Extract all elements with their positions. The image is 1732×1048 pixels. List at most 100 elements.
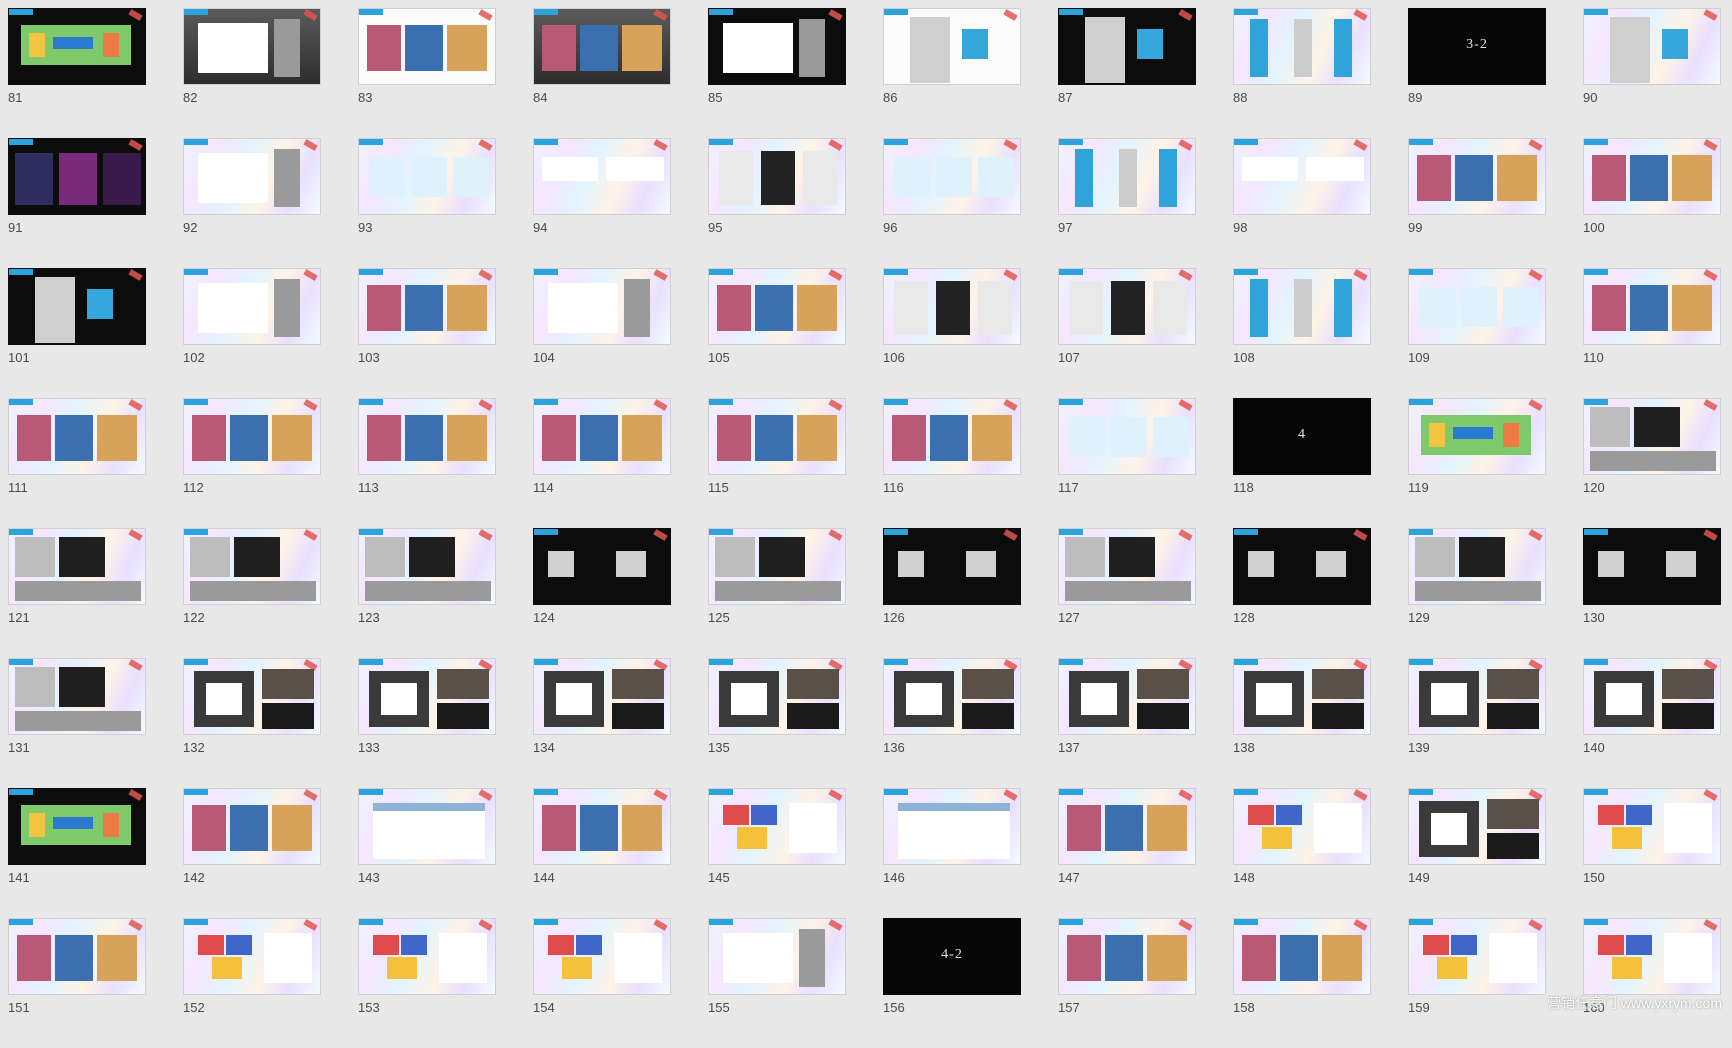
slide-thumbnail[interactable]: 130 [1583,528,1721,658]
slide-thumbnail[interactable]: 96 [883,138,1021,268]
slide-thumbnail[interactable]: 149 [1408,788,1546,918]
slide-thumbnail[interactable]: 113 [358,398,496,528]
slide-thumbnail[interactable]: 137 [1058,658,1196,788]
slide-preview [883,268,1021,345]
slide-thumbnail[interactable]: 150 [1583,788,1721,918]
slide-thumbnail[interactable]: 128 [1233,528,1371,658]
slide-thumbnail[interactable]: 143 [358,788,496,918]
slide-thumbnail[interactable]: 138 [1233,658,1371,788]
slide-thumbnail[interactable]: 87 [1058,8,1196,138]
slide-thumbnail[interactable]: 120 [1583,398,1721,528]
slide-thumbnail[interactable]: 84 [533,8,671,138]
slide-thumbnail[interactable]: 142 [183,788,321,918]
slide-thumbnail[interactable]: 145 [708,788,846,918]
slide-thumbnail[interactable]: 117 [1058,398,1196,528]
slide-number: 152 [183,1000,205,1015]
slide-thumbnail[interactable]: 108 [1233,268,1371,398]
slide-thumbnail[interactable]: 4 118 [1233,398,1371,528]
slide-thumbnail[interactable]: 111 [8,398,146,528]
thumbnail-content-block [715,537,755,577]
slide-number: 138 [1233,740,1255,755]
slide-thumbnail[interactable]: 105 [708,268,846,398]
slide-thumbnail[interactable]: 148 [1233,788,1371,918]
slide-thumbnail[interactable]: 160 [1583,918,1721,1048]
slide-thumbnail[interactable]: 85 [708,8,846,138]
slide-thumbnail[interactable]: 93 [358,138,496,268]
slide-thumbnail[interactable]: 91 [8,138,146,268]
slide-thumbnail[interactable]: 90 [1583,8,1721,138]
thumbnail-content-block [369,157,405,197]
slide-thumbnail[interactable]: 126 [883,528,1021,658]
slide-thumbnail[interactable]: 82 [183,8,321,138]
slide-thumbnail[interactable]: 139 [1408,658,1546,788]
slide-number: 98 [1233,220,1248,235]
slide-thumbnail[interactable]: 129 [1408,528,1546,658]
slide-thumbnail[interactable]: 124 [533,528,671,658]
slide-thumbnail[interactable]: 109 [1408,268,1546,398]
slide-thumbnail[interactable]: 83 [358,8,496,138]
slide-thumbnail[interactable]: 154 [533,918,671,1048]
logo-badge [184,269,208,275]
slide-preview [1583,918,1721,995]
slide-thumbnail[interactable]: 157 [1058,918,1196,1048]
slide-thumbnail[interactable]: 153 [358,918,496,1048]
slide-thumbnail[interactable]: 146 [883,788,1021,918]
slide-thumbnail[interactable]: 95 [708,138,846,268]
slide-thumbnail[interactable]: 101 [8,268,146,398]
logo-badge [359,139,383,145]
slide-thumbnail[interactable]: 151 [8,918,146,1048]
logo-badge [1059,529,1083,535]
slide-thumbnail[interactable]: 3-2 89 [1408,8,1546,138]
slide-thumbnail[interactable]: 141 [8,788,146,918]
slide-thumbnail[interactable]: 155 [708,918,846,1048]
slide-thumbnail[interactable]: 92 [183,138,321,268]
slide-thumbnail[interactable]: 131 [8,658,146,788]
slide-thumbnail[interactable]: 123 [358,528,496,658]
slide-thumbnail[interactable]: 127 [1058,528,1196,658]
slide-number: 109 [1408,350,1430,365]
thumbnail-content-block [1459,537,1505,577]
slide-thumbnail[interactable]: 159 [1408,918,1546,1048]
logo-badge [359,9,383,15]
slide-thumbnail[interactable]: 152 [183,918,321,1048]
slide-thumbnail[interactable]: 99 [1408,138,1546,268]
slide-thumbnail[interactable]: 104 [533,268,671,398]
slide-thumbnail[interactable]: 119 [1408,398,1546,528]
slide-thumbnail[interactable]: 103 [358,268,496,398]
slide-thumbnail[interactable]: 122 [183,528,321,658]
slide-preview [708,138,846,215]
slide-thumbnail[interactable]: 112 [183,398,321,528]
slide-thumbnail[interactable]: 158 [1233,918,1371,1048]
slide-thumbnail[interactable]: 134 [533,658,671,788]
slide-thumbnail[interactable]: 98 [1233,138,1371,268]
slide-thumbnail[interactable]: 88 [1233,8,1371,138]
thumbnail-content-block [103,813,119,837]
slide-thumbnail[interactable]: 140 [1583,658,1721,788]
slide-thumbnail[interactable]: 107 [1058,268,1196,398]
corner-ribbon-icon [1703,789,1718,801]
slide-preview [883,138,1021,215]
slide-thumbnail[interactable]: 4-2 156 [883,918,1021,1048]
slide-thumbnail[interactable]: 116 [883,398,1021,528]
slide-thumbnail[interactable]: 132 [183,658,321,788]
slide-thumbnail[interactable]: 102 [183,268,321,398]
corner-ribbon-icon [653,529,668,541]
slide-preview [1233,8,1371,85]
slide-thumbnail[interactable]: 135 [708,658,846,788]
slide-thumbnail[interactable]: 115 [708,398,846,528]
slide-thumbnail[interactable]: 97 [1058,138,1196,268]
slide-thumbnail[interactable]: 147 [1058,788,1196,918]
slide-thumbnail[interactable]: 110 [1583,268,1721,398]
slide-thumbnail[interactable]: 86 [883,8,1021,138]
slide-thumbnail[interactable]: 94 [533,138,671,268]
slide-thumbnail[interactable]: 136 [883,658,1021,788]
slide-thumbnail[interactable]: 121 [8,528,146,658]
slide-thumbnail[interactable]: 114 [533,398,671,528]
slide-thumbnail[interactable]: 81 [8,8,146,138]
slide-thumbnail[interactable]: 144 [533,788,671,918]
slide-thumbnail[interactable]: 100 [1583,138,1721,268]
slide-thumbnail[interactable]: 133 [358,658,496,788]
slide-thumbnail[interactable]: 125 [708,528,846,658]
thumbnail-content-block [373,935,399,955]
slide-thumbnail[interactable]: 106 [883,268,1021,398]
